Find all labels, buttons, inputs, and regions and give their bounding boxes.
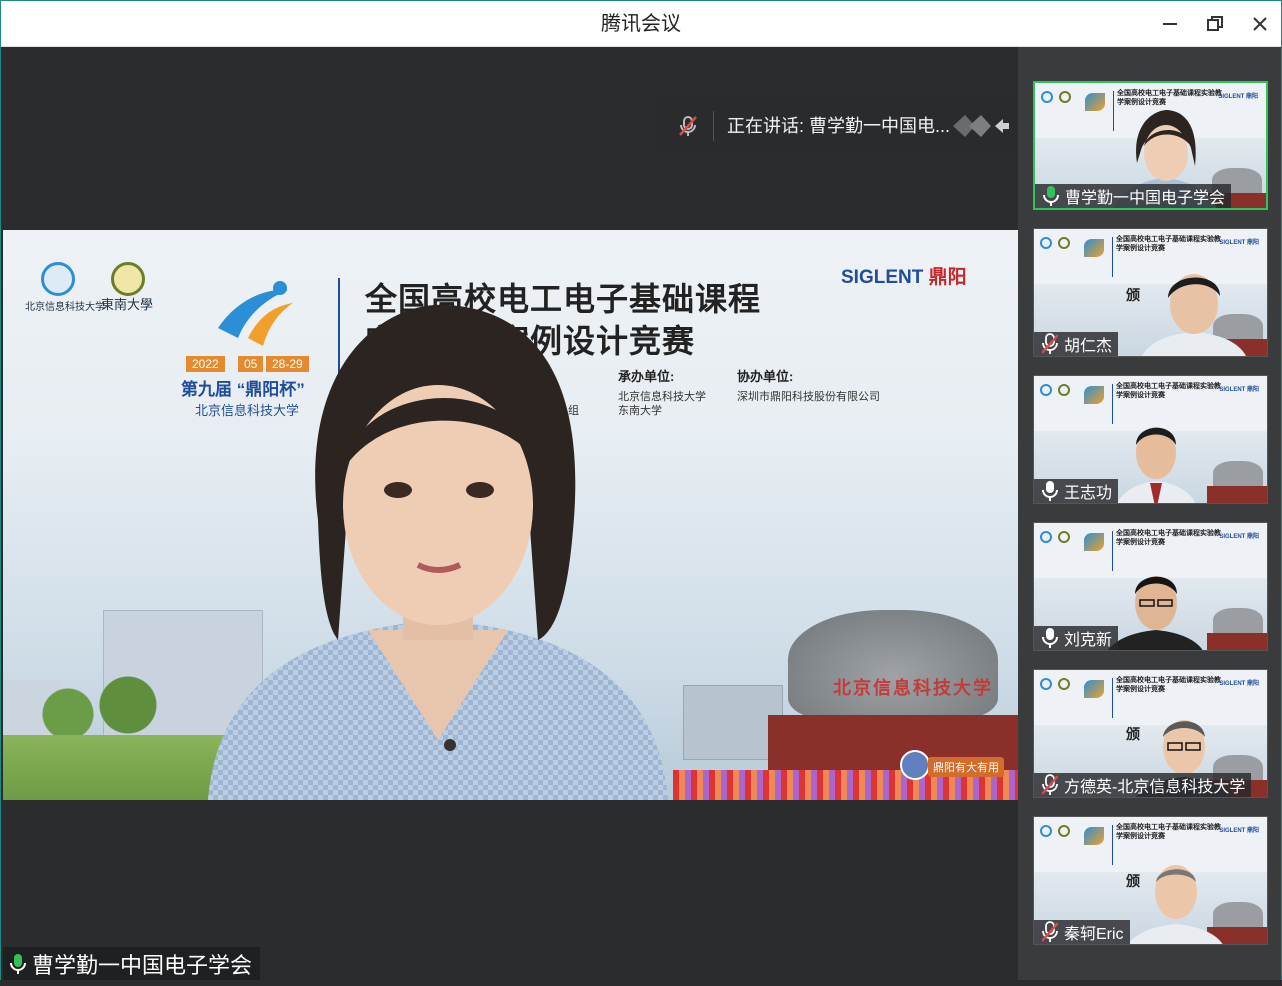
speaking-text: 正在讲话: 曹学勤一中国电... xyxy=(727,116,951,136)
microphone-icon xyxy=(1042,628,1058,648)
banner-divider xyxy=(1112,237,1113,277)
main-video-name: 曹学勤一中国电子学会 xyxy=(32,953,253,978)
university-logo xyxy=(1040,531,1052,543)
main-video[interactable]: 北京信息科技大学 東南大學 2022 05 28-29 第九届 “鼎阳杯” 北京… xyxy=(3,230,1018,800)
university-logo xyxy=(1040,384,1052,396)
university-logo xyxy=(1040,678,1052,690)
meeting-window: 腾讯会议 正在讲话: 曹学勤一中国电... 北京信息科技大学 東南大學 2022… xyxy=(0,0,1282,986)
microphone-icon xyxy=(10,954,26,974)
tile-banner-title: 全国高校电工电子基础课程实验教学案例设计竞赛 xyxy=(1116,824,1221,840)
university-logo xyxy=(41,262,75,296)
title-bar: 腾讯会议 xyxy=(1,1,1281,47)
rock-inscription: 北京信息科技大学 xyxy=(833,678,993,698)
restore-button[interactable] xyxy=(1200,9,1230,39)
engraved-rock xyxy=(788,610,998,720)
main-video-name-tag: 曹学勤一中国电子学会 xyxy=(3,947,261,981)
banner-divider xyxy=(1112,678,1113,718)
logo-caption-left: 北京信息科技大学 xyxy=(25,302,105,313)
competition-logo xyxy=(1085,93,1105,111)
badge-logo xyxy=(900,750,930,780)
close-icon xyxy=(1253,17,1267,31)
competition-logo xyxy=(1084,827,1104,845)
microphone-muted-icon xyxy=(1042,333,1058,354)
co-organizer-heading: 协办单位: xyxy=(737,369,794,384)
participant-video xyxy=(1142,274,1246,356)
speaking-indicator[interactable]: 正在讲话: 曹学勤一中国电... xyxy=(659,99,1019,153)
university-logo xyxy=(1040,825,1052,837)
close-button[interactable] xyxy=(1245,9,1275,39)
tile-sponsor: SIGLENT 鼎阳 xyxy=(1218,94,1258,100)
co-organizer-value: 深圳市鼎阳科技股份有限公司 xyxy=(737,391,880,403)
participant-name: 秦轲Eric xyxy=(1064,926,1124,943)
participant-name-tag: 王志功 xyxy=(1034,479,1119,503)
competition-logo xyxy=(1084,680,1104,698)
tile-sponsor: SIGLENT 鼎阳 xyxy=(1219,828,1259,834)
microphone-muted-icon xyxy=(679,116,697,136)
badge-text: 鼎阳有大有用 xyxy=(928,757,1004,777)
microphone-icon xyxy=(1043,186,1059,206)
tile-banner-title: 全国高校电工电子基础课程实验教学案例设计竞赛 xyxy=(1116,236,1221,252)
participant-tile[interactable]: 全国高校电工电子基础课程实验教学案例设计竞赛 SIGLENT 鼎阳 颁 秦轲Er… xyxy=(1033,816,1268,945)
sponsor-logo: SIGLENT 鼎阳 xyxy=(841,262,967,289)
tile-banner-title: 全国高校电工电子基础课程实验教学案例设计竞赛 xyxy=(1117,90,1222,106)
participant-name-tag: 曹学勤一中国电子学会 xyxy=(1035,184,1232,208)
red-wall xyxy=(1207,486,1267,503)
participant-name-tag: 刘克新 xyxy=(1034,626,1119,650)
tile-sponsor: SIGLENT 鼎阳 xyxy=(1219,534,1259,540)
speaker-video xyxy=(208,304,668,800)
southeast-university-logo xyxy=(1058,531,1070,543)
participant-tile[interactable]: 全国高校电工电子基础课程实验教学案例设计竞赛 SIGLENT 鼎阳 颁 胡仁杰 xyxy=(1033,228,1268,357)
participant-name: 曹学勤一中国电子学会 xyxy=(1065,190,1226,207)
bottom-edge xyxy=(0,980,1282,986)
southeast-university-logo xyxy=(1059,91,1071,103)
tile-banner-title: 全国高校电工电子基础课程实验教学案例设计竞赛 xyxy=(1116,677,1221,693)
tile-sponsor: SIGLENT 鼎阳 xyxy=(1219,681,1259,687)
microphone-muted-icon xyxy=(1042,921,1058,942)
tile-banner-title: 全国高校电工电子基础课程实验教学案例设计竞赛 xyxy=(1116,383,1221,399)
participant-name-tag: 胡仁杰 xyxy=(1034,332,1119,356)
restore-icon xyxy=(1207,16,1223,31)
participant-tile[interactable]: 全国高校电工电子基础课程实验教学案例设计竞赛 SIGLENT 鼎阳 王志功 xyxy=(1033,375,1268,504)
southeast-university-logo xyxy=(1058,237,1070,249)
tile-sponsor: SIGLENT 鼎阳 xyxy=(1219,387,1259,393)
banner-divider xyxy=(1112,825,1113,865)
tile-banner-title: 全国高校电工电子基础课程实验教学案例设计竞赛 xyxy=(1116,530,1221,546)
microphone-muted-icon xyxy=(1042,774,1058,795)
divider xyxy=(713,111,714,141)
window-title: 腾讯会议 xyxy=(601,13,681,35)
southeast-university-logo xyxy=(111,262,145,296)
tile-sponsor: SIGLENT 鼎阳 xyxy=(1219,240,1259,246)
university-logo xyxy=(1041,91,1053,103)
microphone-icon xyxy=(1042,481,1058,501)
participant-tile[interactable]: 全国高校电工电子基础课程实验教学案例设计竞赛 SIGLENT 鼎阳 曹学勤一中国… xyxy=(1033,81,1268,210)
participant-name: 王志功 xyxy=(1064,485,1113,502)
participant-name-tag: 秦轲Eric xyxy=(1034,920,1130,944)
competition-logo xyxy=(1084,239,1104,257)
minimize-button[interactable] xyxy=(1155,9,1185,39)
sponsor-brand-cn: 鼎阳 xyxy=(928,267,967,288)
logo-caption-right: 東南大學 xyxy=(101,297,154,312)
participant-tile[interactable]: 全国高校电工电子基础课程实验教学案例设计竞赛 SIGLENT 鼎阳 刘克新 xyxy=(1033,522,1268,651)
southeast-university-logo xyxy=(1058,678,1070,690)
participant-tile[interactable]: 全国高校电工电子基础课程实验教学案例设计竞赛 SIGLENT 鼎阳 颁 方德英-… xyxy=(1033,669,1268,798)
minimize-icon xyxy=(1163,23,1177,25)
participant-name-tag: 方德英-北京信息科技大学 xyxy=(1034,773,1252,797)
participant-name: 胡仁杰 xyxy=(1064,338,1113,355)
participant-name: 方德英-北京信息科技大学 xyxy=(1064,779,1246,796)
sponsor-brand: SIGLENT xyxy=(841,267,924,288)
participant-video xyxy=(1128,865,1223,944)
red-wall xyxy=(1207,633,1267,650)
collapse-arrows-icon[interactable] xyxy=(951,113,1011,139)
participant-name: 刘克新 xyxy=(1064,632,1113,649)
southeast-university-logo xyxy=(1058,384,1070,396)
university-logo xyxy=(1040,237,1052,249)
southeast-university-logo xyxy=(1058,825,1070,837)
